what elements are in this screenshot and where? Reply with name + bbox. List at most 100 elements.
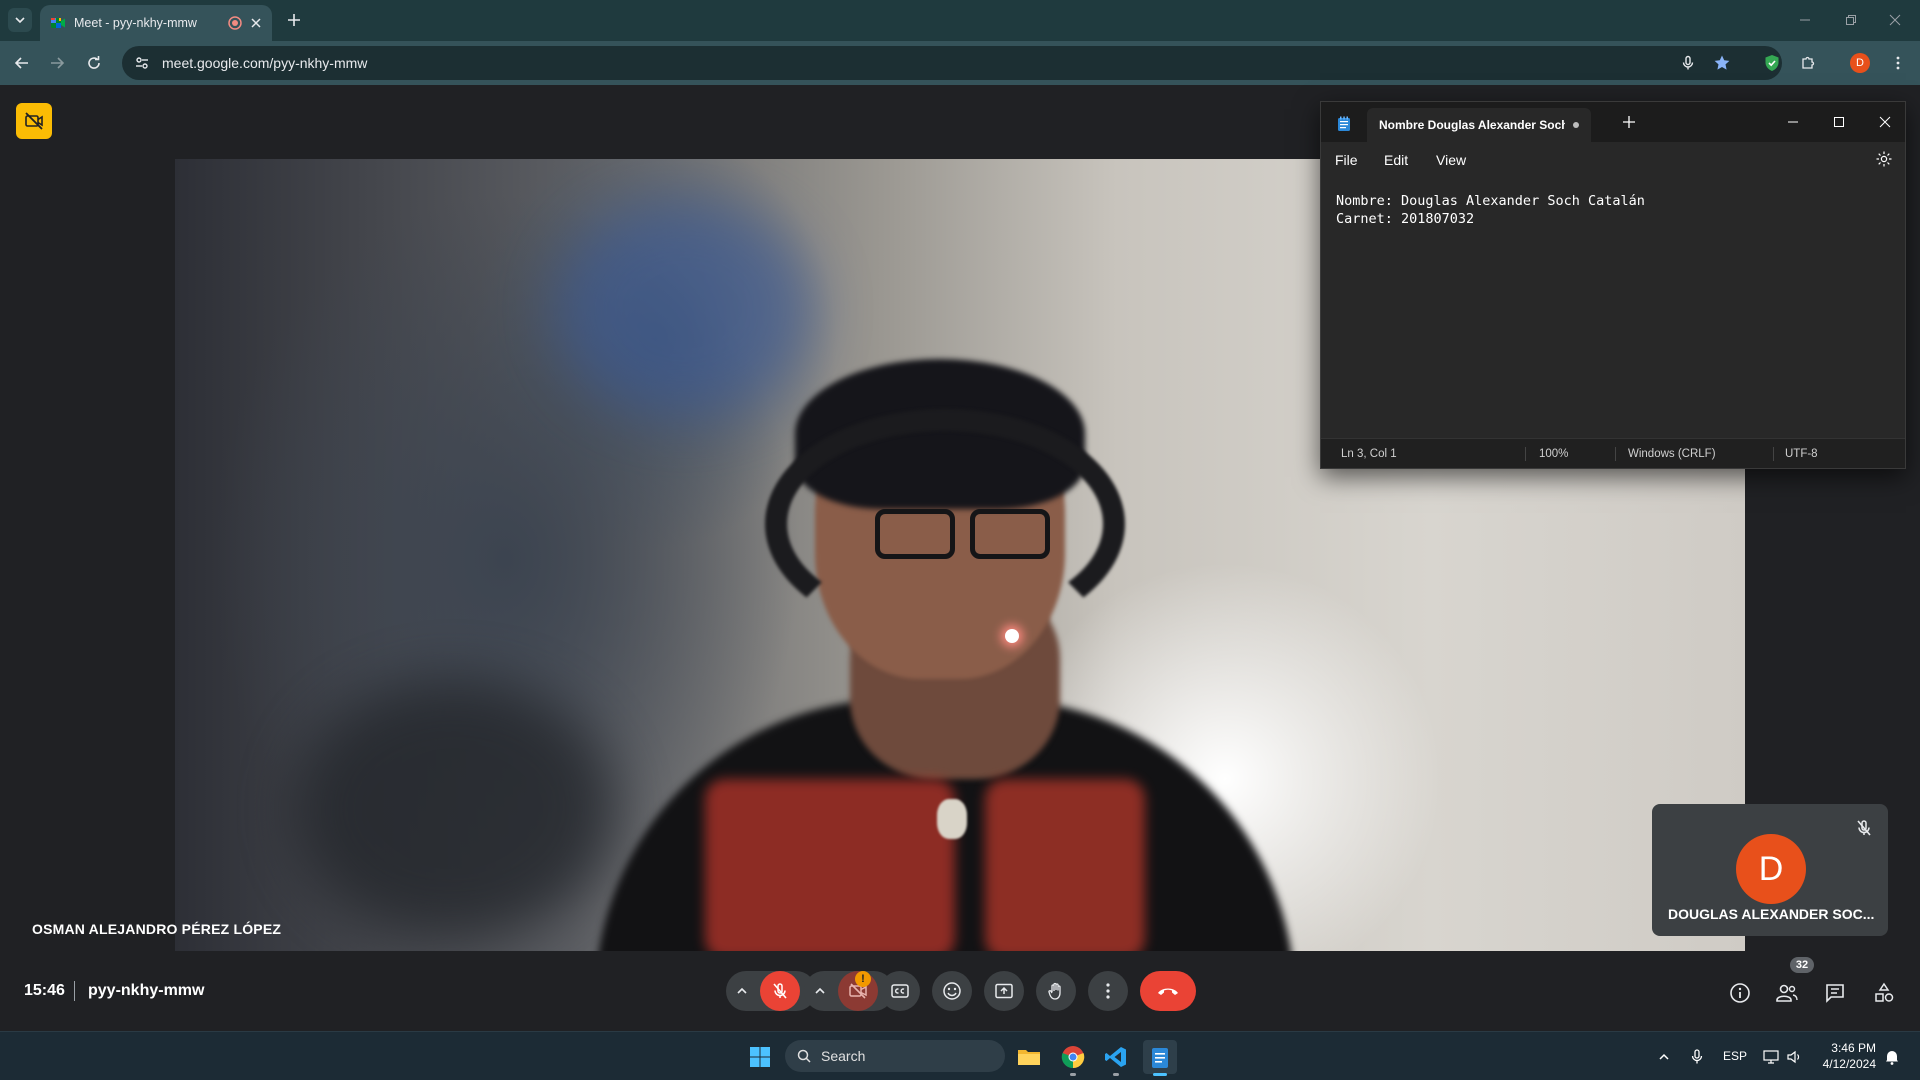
notepad-tab-title: Nombre Douglas Alexander Soch C <box>1379 118 1565 132</box>
encoding[interactable]: UTF-8 <box>1785 448 1818 460</box>
shirt-print <box>985 779 1145 951</box>
video-off-icon <box>25 112 43 130</box>
divider <box>1525 447 1526 461</box>
new-tab-button[interactable] <box>282 8 306 32</box>
windows-taskbar: Search ESP 3:46 PM 4/12/2024 <box>0 1031 1920 1080</box>
language-indicator[interactable]: ESP <box>1723 1049 1747 1063</box>
background-blur-blob <box>555 199 815 419</box>
menu-edit[interactable]: Edit <box>1384 152 1408 168</box>
notepad-maximize-button[interactable] <box>1829 112 1849 132</box>
vscode-icon <box>1105 1047 1126 1067</box>
menu-file[interactable]: File <box>1335 152 1358 168</box>
clock-date: 4/12/2024 <box>1822 1057 1876 1071</box>
vscode-taskbar-button[interactable] <box>1099 1040 1133 1076</box>
notepad-titlebar[interactable]: Nombre Douglas Alexander Soch C <box>1321 102 1905 142</box>
maximize-icon <box>1834 117 1844 127</box>
extension-shield-button[interactable] <box>1760 51 1784 75</box>
microphone-control-group <box>726 971 816 1011</box>
present-screen-button[interactable] <box>984 971 1024 1011</box>
extensions-button[interactable] <box>1796 51 1820 75</box>
back-button[interactable] <box>10 51 34 75</box>
puzzle-icon <box>1802 56 1815 69</box>
notepad-tab[interactable]: Nombre Douglas Alexander Soch C <box>1367 108 1591 142</box>
people-count-badge: 32 <box>1790 957 1814 973</box>
mic-off-icon <box>1857 820 1871 836</box>
minimize-icon <box>1788 121 1798 123</box>
self-participant-name: DOUGLAS ALEXANDER SOC... <box>1668 906 1875 922</box>
notepad-close-button[interactable] <box>1875 112 1895 132</box>
mic-off-icon <box>773 983 787 999</box>
meeting-time: 15:46 <box>24 982 65 999</box>
network-tray-button[interactable] <box>1760 1040 1782 1074</box>
notepad-text-area[interactable]: Nombre: Douglas Alexander Soch Catalán C… <box>1321 178 1905 440</box>
present-icon <box>995 983 1013 999</box>
chevron-up-icon <box>815 987 825 994</box>
emoji-icon <box>943 982 961 1000</box>
show-hidden-icons-button[interactable] <box>1654 1040 1674 1074</box>
captions-button[interactable] <box>880 971 920 1011</box>
meeting-details-button[interactable] <box>1728 981 1752 1005</box>
reload-button[interactable] <box>82 51 106 75</box>
zoom-level[interactable]: 100% <box>1539 448 1568 460</box>
chevron-up-icon <box>737 987 747 994</box>
reactions-button[interactable] <box>932 971 972 1011</box>
chevron-down-icon <box>15 17 25 24</box>
profile-button[interactable]: D <box>1848 51 1872 75</box>
toggle-microphone-button[interactable] <box>760 971 800 1011</box>
notifications-button[interactable] <box>1880 1040 1904 1074</box>
arrow-left-icon <box>14 57 28 69</box>
site-settings-icon[interactable] <box>134 55 150 71</box>
url-text[interactable]: meet.google.com/pyy-nkhy-mmw <box>162 55 367 71</box>
self-video-tile[interactable]: D DOUGLAS ALEXANDER SOC... <box>1652 804 1888 936</box>
taskbar-search[interactable]: Search <box>785 1040 1005 1072</box>
notepad-menubar: File Edit View <box>1321 142 1905 178</box>
notepad-minimize-button[interactable] <box>1783 112 1803 132</box>
background-blur-blob <box>295 679 615 939</box>
close-window-button[interactable] <box>1880 8 1910 32</box>
leave-call-button[interactable] <box>1140 971 1196 1011</box>
close-tab-icon[interactable] <box>250 17 262 29</box>
running-indicator <box>1070 1073 1076 1076</box>
menu-view[interactable]: View <box>1436 152 1466 168</box>
raise-hand-button[interactable] <box>1036 971 1076 1011</box>
mic-in-use-button[interactable] <box>1676 51 1700 75</box>
volume-tray-button[interactable] <box>1784 1040 1806 1074</box>
audio-options-button[interactable] <box>732 981 752 1001</box>
more-options-button[interactable] <box>1088 971 1128 1011</box>
notepad-taskbar-button[interactable] <box>1143 1040 1177 1076</box>
gear-icon[interactable] <box>1875 150 1893 168</box>
plus-icon <box>288 14 300 26</box>
notepad-window[interactable]: Nombre Douglas Alexander Soch C File Edi… <box>1320 101 1906 469</box>
taskbar-clock[interactable]: 3:46 PM 4/12/2024 <box>1816 1040 1876 1072</box>
address-bar[interactable]: meet.google.com/pyy-nkhy-mmw <box>122 46 1782 80</box>
google-meet-icon <box>51 18 65 28</box>
bookmark-button[interactable] <box>1710 51 1734 75</box>
hand-icon <box>1048 982 1061 1000</box>
info-icon <box>1730 983 1750 1003</box>
divider <box>1615 447 1616 461</box>
activities-button[interactable] <box>1872 981 1896 1005</box>
line-ending[interactable]: Windows (CRLF) <box>1628 448 1716 460</box>
restore-button[interactable] <box>1836 8 1866 32</box>
file-explorer-button[interactable] <box>1012 1040 1046 1074</box>
tab-meet[interactable]: Meet - pyy-nkhy-mmw <box>40 5 272 41</box>
tab-search-button[interactable] <box>8 8 32 32</box>
captions-off-badge[interactable] <box>16 103 52 139</box>
pendant <box>937 799 967 839</box>
tab-title: Meet - pyy-nkhy-mmw <box>74 16 197 30</box>
plus-icon[interactable] <box>1621 114 1637 130</box>
minimize-button[interactable] <box>1790 8 1820 32</box>
mic-tray-button[interactable] <box>1686 1040 1708 1074</box>
clock-time: 3:46 PM <box>1831 1041 1876 1055</box>
search-icon <box>797 1049 811 1063</box>
bell-icon <box>1886 1051 1898 1065</box>
chat-button[interactable] <box>1823 981 1847 1005</box>
chrome-taskbar-button[interactable] <box>1056 1040 1090 1076</box>
chrome-menu-button[interactable] <box>1886 51 1910 75</box>
shirt-print <box>705 779 955 951</box>
people-button[interactable] <box>1775 981 1799 1005</box>
forward-button[interactable] <box>45 51 69 75</box>
start-button[interactable] <box>743 1040 777 1074</box>
video-options-button[interactable] <box>810 981 830 1001</box>
microphone-icon <box>1691 1049 1703 1064</box>
